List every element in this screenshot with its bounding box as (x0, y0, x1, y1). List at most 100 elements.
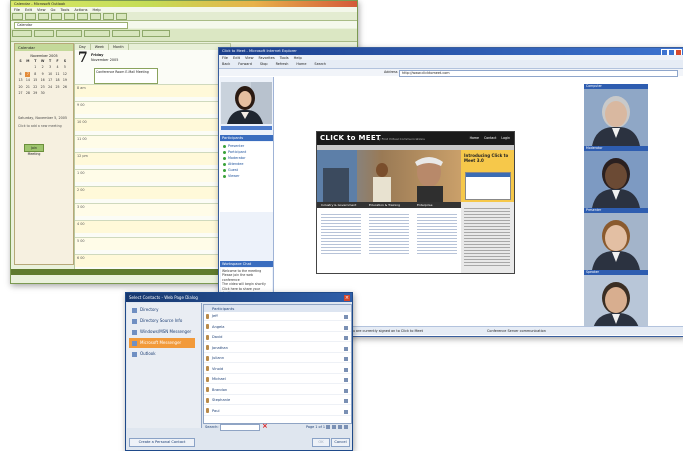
calendar-day[interactable]: 13 (18, 78, 23, 83)
site-nav-login[interactable]: Login (501, 136, 510, 140)
calendar-day[interactable]: 5 (62, 65, 67, 70)
toolbar-link-3[interactable] (56, 30, 82, 37)
toolbar-link-2[interactable] (34, 30, 54, 37)
source-item[interactable]: Windows/MSN Messenger (129, 327, 195, 337)
calendar-day[interactable]: 16 (40, 78, 45, 83)
site-nav-home[interactable]: Home (470, 136, 479, 140)
video-tile[interactable]: Computer (584, 84, 648, 146)
calendar-day[interactable] (48, 91, 53, 96)
calendar-day[interactable]: 25 (55, 85, 60, 90)
calendar-day[interactable]: 29 (33, 91, 38, 96)
calendar-day[interactable] (18, 98, 23, 103)
close-icon[interactable]: × (344, 294, 350, 301)
contact-row[interactable]: David (204, 334, 351, 343)
toolbar-link-4[interactable] (84, 30, 110, 37)
pagination-buttons[interactable] (326, 425, 348, 429)
contact-row[interactable]: Jeff (204, 313, 351, 322)
mini-calendar[interactable]: S M T W T F S 1 2 3 4 5 6 7 8 9 10 11 12 13 14 15 16 17 18 19 20 21… (18, 59, 70, 105)
contact-row[interactable]: Michael (204, 376, 351, 385)
calendar-day[interactable]: 9 (40, 72, 45, 77)
calendar-day[interactable] (40, 98, 45, 103)
add-contact-icon[interactable] (344, 409, 348, 414)
contact-row[interactable]: Paul (204, 408, 351, 416)
hour-row[interactable]: 3 00 (75, 203, 230, 216)
hour-row[interactable]: 9 00 (75, 101, 230, 114)
calendar-day[interactable]: 10 (48, 72, 53, 77)
hour-row[interactable]: 11 00 (75, 135, 230, 148)
forward-button[interactable]: Forward (238, 60, 252, 68)
source-item[interactable]: Outlook (129, 349, 195, 359)
calendar-day[interactable]: 17 (48, 78, 53, 83)
hour-row[interactable]: 5 00 (75, 237, 230, 250)
week-button[interactable] (90, 13, 101, 20)
contact-row[interactable]: Vinoid (204, 366, 351, 374)
contact-row[interactable]: Stephanie (204, 397, 351, 406)
calendar-day[interactable]: 30 (40, 91, 45, 96)
participant-row[interactable]: Guest (223, 168, 238, 173)
search-button[interactable]: Search (314, 60, 326, 68)
video-tile[interactable]: Presenter (584, 208, 648, 270)
video-tile[interactable]: Speaker (584, 270, 648, 332)
view-tab-month[interactable]: Month (109, 44, 129, 50)
site-nav-contact[interactable]: Contact (484, 136, 496, 140)
participant-row[interactable]: Moderator (223, 156, 246, 161)
refresh-button[interactable]: Refresh (276, 60, 289, 68)
find-button[interactable] (116, 13, 127, 20)
calendar-day[interactable] (55, 98, 60, 103)
add-contact-icon[interactable] (344, 346, 348, 351)
calendar-day[interactable]: 4 (55, 65, 60, 70)
calendar-day[interactable] (55, 91, 60, 96)
view-tab-week[interactable]: Week (91, 44, 109, 50)
add-contact-icon[interactable] (344, 357, 348, 361)
hour-row[interactable]: 4 00 (75, 220, 230, 233)
hour-row[interactable]: 12 pm (75, 152, 230, 165)
calendar-day[interactable]: 1 (33, 65, 38, 70)
calendar-day[interactable]: 6 (18, 72, 23, 77)
calendar-day[interactable]: 12 (62, 72, 67, 77)
hour-row[interactable]: 1 00 (75, 169, 230, 182)
calendar-day[interactable]: 14 (25, 78, 30, 83)
contact-list-header[interactable]: Participants (204, 305, 351, 312)
folder-address-input[interactable]: Calendar (14, 22, 128, 29)
source-item[interactable]: Directory Source Info (129, 316, 195, 326)
contact-row[interactable]: Brandon (204, 387, 351, 395)
add-contact-icon[interactable] (344, 325, 348, 330)
calendar-day[interactable]: 15 (33, 78, 38, 83)
video-controls[interactable] (221, 126, 272, 130)
video-tile[interactable]: Moderator (584, 146, 648, 208)
back-button[interactable]: Back (222, 60, 230, 68)
add-contact-icon[interactable] (344, 336, 348, 340)
hour-row[interactable]: 8 am (75, 84, 230, 97)
participant-row[interactable]: Viewer (223, 174, 240, 179)
calendar-day[interactable] (18, 65, 23, 70)
calendar-day[interactable] (62, 91, 67, 96)
calendar-day[interactable]: 2 (40, 65, 45, 70)
add-contact-icon[interactable] (344, 388, 348, 393)
calendar-day[interactable]: 23 (40, 85, 45, 90)
ok-button[interactable]: OK (312, 438, 330, 447)
calendar-day[interactable]: 22 (33, 85, 38, 90)
hour-grid[interactable]: 8 am 9 00 10 00 11 00 12 pm 1 00 2 00 3 00 4 00 5… (75, 84, 230, 272)
calendar-day[interactable] (33, 98, 38, 103)
today-button[interactable] (64, 13, 75, 20)
calendar-day[interactable]: 3 (48, 65, 53, 70)
add-contact-icon[interactable] (344, 378, 348, 382)
move-button[interactable] (38, 13, 49, 20)
toolbar-link-1[interactable] (12, 30, 32, 37)
participant-row[interactable]: Participant (223, 150, 246, 155)
calendar-day[interactable] (62, 98, 67, 103)
calendar-day[interactable]: 28 (25, 91, 30, 96)
calendar-day[interactable]: 24 (48, 85, 53, 90)
hour-row[interactable]: 10 00 (75, 118, 230, 131)
month-button[interactable] (103, 13, 114, 20)
join-meeting-button[interactable]: Join Meeting (24, 144, 44, 156)
cancel-button[interactable]: Cancel (331, 438, 350, 447)
hour-row[interactable]: 2 00 (75, 186, 230, 199)
calendar-day[interactable]: 26 (62, 85, 67, 90)
search-input[interactable] (220, 424, 260, 431)
clear-search-icon[interactable]: × (262, 423, 269, 430)
calendar-day[interactable]: 21 (25, 85, 30, 90)
calendar-day[interactable] (25, 98, 30, 103)
source-item[interactable]: Microsoft Messenger (129, 338, 195, 348)
calendar-day[interactable]: 18 (55, 78, 60, 83)
